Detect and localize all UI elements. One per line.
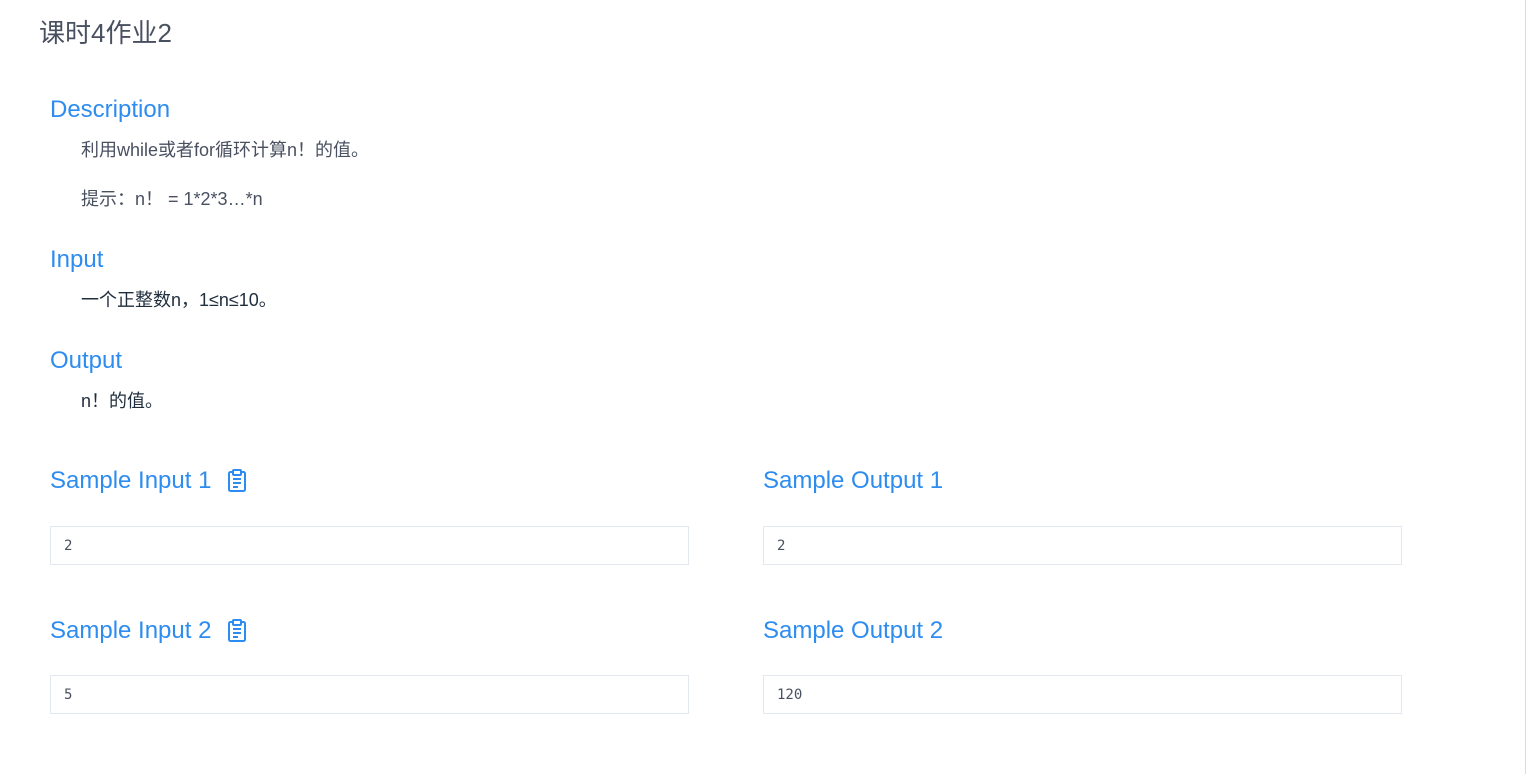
description-line-1: 利用while或者for循环计算n！的值。 [81, 140, 370, 160]
input-description: 一个正整数n，1≤n≤10。 [81, 290, 277, 310]
sample-input-2-label: Sample Input 2 [50, 617, 212, 644]
clipboard-icon[interactable] [227, 619, 247, 643]
description-line-2: 提示：n！ = 1*2*3…*n [81, 189, 263, 209]
sample-output-1-heading: Sample Output 1 [763, 467, 944, 494]
page-title: 课时4作业2 [39, 18, 172, 48]
sample-input-2-heading: Sample Input 2 [50, 616, 247, 646]
clipboard-icon[interactable] [227, 469, 247, 493]
sample-input-1-label: Sample Input 1 [50, 467, 212, 494]
input-heading: Input [50, 246, 104, 273]
sample-input-1-heading: Sample Input 1 [50, 466, 247, 496]
sample-output-2-heading: Sample Output 2 [763, 617, 944, 644]
output-description: n！的值。 [81, 391, 164, 411]
output-heading: Output [50, 347, 123, 374]
description-heading: Description [50, 96, 171, 123]
sample-input-2-box[interactable]: 5 [50, 675, 689, 714]
scrollbar-track[interactable] [1525, 0, 1526, 774]
sample-output-2-box[interactable]: 120 [763, 675, 1402, 714]
sample-output-1-box[interactable]: 2 [763, 526, 1402, 565]
sample-input-1-box[interactable]: 2 [50, 526, 689, 565]
problem-page: 课时4作业2 Description 利用while或者for循环计算n！的值。… [0, 0, 1529, 774]
